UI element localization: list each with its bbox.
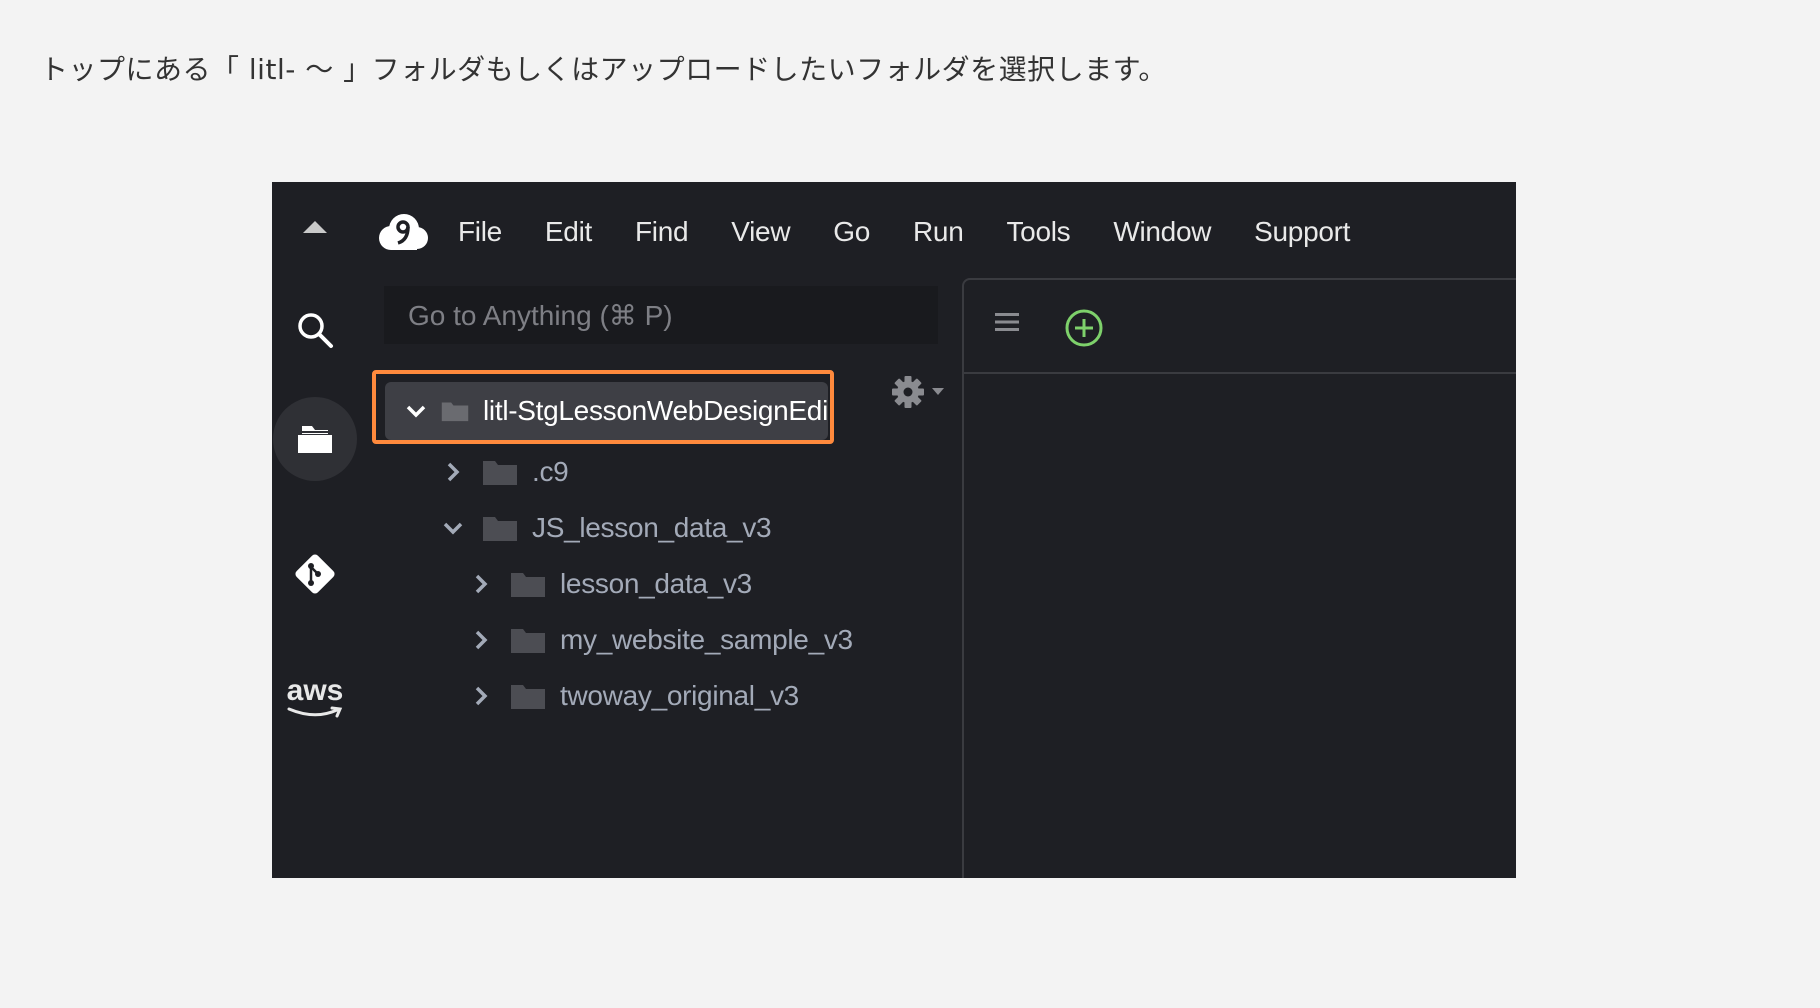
source-control-button[interactable] <box>272 532 358 616</box>
activity-rail: aws <box>272 182 358 878</box>
chevron-right-icon[interactable] <box>470 573 492 595</box>
collapse-icon <box>303 221 327 233</box>
hamburger-icon[interactable] <box>994 310 1020 334</box>
tree-item-js-lesson-data[interactable]: JS_lesson_data_v3 <box>442 502 772 554</box>
tree-item-c9[interactable]: .c9 <box>442 446 569 498</box>
chevron-right-icon[interactable] <box>442 461 464 483</box>
menu-edit[interactable]: Edit <box>545 216 592 248</box>
tree-item-label: my_website_sample_v3 <box>560 624 853 655</box>
tree-item-my-website-sample[interactable]: my_website_sample_v3 <box>470 614 853 666</box>
menu-find[interactable]: Find <box>635 216 689 248</box>
go-to-anything-input[interactable]: Go to Anything (⌘ P) <box>384 286 938 344</box>
aws-smile-icon <box>287 706 343 718</box>
editor-pane <box>962 278 1516 878</box>
tree-item-label: lesson_data_v3 <box>560 568 752 599</box>
highlight-box <box>372 370 834 444</box>
menu-window[interactable]: Window <box>1113 216 1211 248</box>
ide-screenshot: aws File Edit Find View Go Run Tools Win… <box>272 182 1516 878</box>
tree-item-label: twoway_original_v3 <box>560 680 799 711</box>
folder-icon <box>483 461 517 485</box>
cloud9-logo-icon[interactable] <box>376 210 430 254</box>
editor-tab-bar <box>964 280 1516 374</box>
aws-button[interactable]: aws <box>272 656 358 740</box>
search-button[interactable] <box>272 298 358 362</box>
tree-item-twoway-original[interactable]: twoway_original_v3 <box>470 670 799 722</box>
add-tab-plus-icon[interactable] <box>1064 308 1104 348</box>
files-active-indicator <box>273 397 357 481</box>
tree-item-label: JS_lesson_data_v3 <box>532 512 772 543</box>
menu-view[interactable]: View <box>731 216 790 248</box>
instruction-text: トップにある「 litl- 〜 」フォルダもしくはアップロードしたいフォルダを選… <box>40 53 1167 86</box>
menu-support[interactable]: Support <box>1254 216 1350 248</box>
git-icon <box>295 554 335 594</box>
chevron-right-icon[interactable] <box>470 629 492 651</box>
menu-bar: File Edit Find View Go Run Tools Window … <box>376 202 1393 262</box>
menu-go[interactable]: Go <box>833 216 870 248</box>
files-icon <box>298 426 332 453</box>
chevron-down-icon[interactable] <box>442 517 464 539</box>
search-icon <box>298 313 333 348</box>
gear-icon[interactable] <box>888 372 950 412</box>
go-to-anything-placeholder: Go to Anything (⌘ P) <box>408 299 673 331</box>
tree-item-lesson-data[interactable]: lesson_data_v3 <box>470 558 752 610</box>
folder-icon <box>511 629 545 653</box>
folder-icon <box>511 685 545 709</box>
chevron-right-icon[interactable] <box>470 685 492 707</box>
menu-file[interactable]: File <box>458 216 502 248</box>
folder-icon <box>483 517 517 541</box>
folder-icon <box>511 573 545 597</box>
aws-icon: aws <box>286 674 344 707</box>
collapse-button[interactable] <box>272 204 358 250</box>
menu-run[interactable]: Run <box>913 216 964 248</box>
files-button[interactable] <box>272 394 358 484</box>
tree-item-label: .c9 <box>532 456 569 487</box>
menu-tools[interactable]: Tools <box>1006 216 1070 248</box>
